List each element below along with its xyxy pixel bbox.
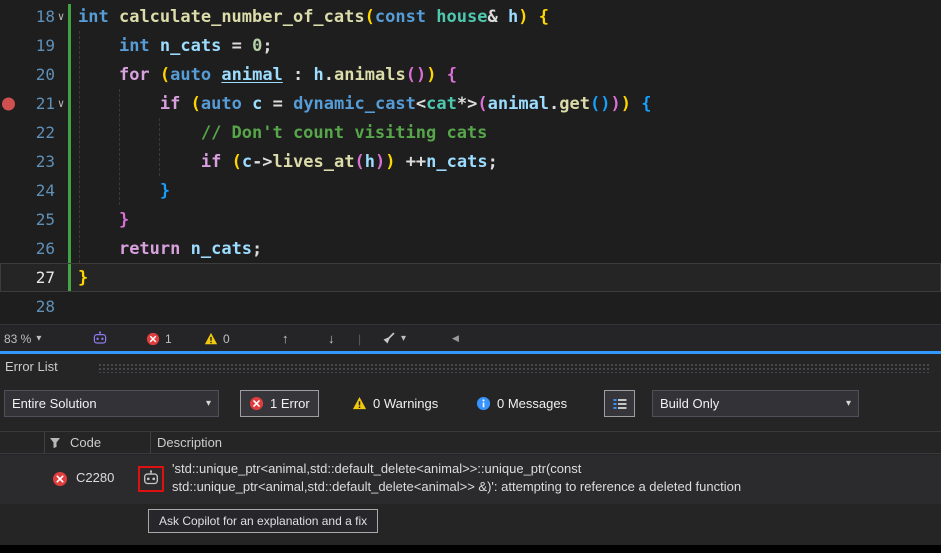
warning-count: 0 (223, 332, 230, 346)
warning-count-indicator[interactable]: 0 (204, 325, 230, 352)
build-filter-dropdown[interactable]: Build Only ▾ (652, 390, 859, 417)
error-row[interactable]: C2280 'std::unique_ptr<animal,std::defau… (0, 455, 941, 504)
line-number: 19 (0, 36, 55, 55)
code-cleanup-button[interactable]: ▾ (380, 325, 406, 352)
errors-filter-label: 1 Error (270, 396, 310, 411)
filter-icon (612, 396, 628, 412)
line-number: 27 (0, 268, 55, 287)
copilot-icon[interactable] (142, 470, 160, 488)
messages-filter-button[interactable]: 0 Messages (468, 390, 575, 417)
annotation-highlight (138, 466, 164, 492)
arrow-up-icon: ↑ (282, 331, 289, 346)
code-text: if (c->lives_at(h)) ++n_cats; (78, 152, 498, 172)
chevron-down-icon: ▾ (36, 333, 41, 344)
scope-dropdown[interactable]: Entire Solution ▾ (4, 390, 219, 417)
column-divider (44, 432, 45, 453)
next-issue-button[interactable]: ↓ (328, 325, 335, 352)
warnings-filter-label: 0 Warnings (373, 396, 438, 411)
panel-title: Error List (5, 359, 58, 374)
chevron-down-icon: ▾ (206, 398, 211, 409)
zoom-value: 83 % (4, 332, 31, 346)
warnings-filter-button[interactable]: 0 Warnings (344, 390, 446, 417)
messages-filter-label: 0 Messages (497, 396, 567, 411)
code-line-28[interactable]: 28 (0, 292, 941, 321)
info-icon (476, 396, 491, 411)
error-description-line2: std::unique_ptr<animal,std::default_dele… (172, 479, 741, 494)
error-icon (52, 471, 68, 487)
error-code: C2280 (76, 470, 114, 485)
column-header-description[interactable]: Description (157, 435, 222, 450)
column-divider (150, 432, 151, 453)
code-line-27[interactable]: 27} (0, 263, 941, 292)
scroll-left-icon: ◀ (452, 333, 459, 344)
code-editor[interactable]: 18∨int calculate_number_of_cats(const ho… (0, 0, 941, 324)
error-icon (146, 332, 160, 346)
code-text: for (auto animal : h.animals()) { (78, 65, 457, 85)
error-list-header: Code Description (0, 431, 941, 454)
code-line-22[interactable]: 22 // Don't count visiting cats (0, 118, 941, 147)
code-line-26[interactable]: 26 return n_cats; (0, 234, 941, 263)
code-text: return n_cats; (78, 239, 262, 259)
line-number: 22 (0, 123, 55, 142)
zoom-select[interactable]: 83 % ▾ (4, 325, 41, 352)
error-count: 1 (165, 332, 172, 346)
panel-drag-grip[interactable] (98, 363, 931, 373)
code-text: int n_cats = 0; (78, 36, 273, 56)
code-line-20[interactable]: 20 for (auto animal : h.animals()) { (0, 60, 941, 89)
code-line-18[interactable]: 18∨ int calculate_number_of_cats(const ho… (0, 2, 941, 31)
chevron-down-icon: ▾ (401, 333, 406, 344)
column-filter-icon[interactable] (49, 437, 61, 449)
editor-statusbar: 83 % ▾ 1 0 (0, 324, 941, 351)
copilot-status-button[interactable] (92, 325, 108, 352)
previous-issue-button[interactable]: ↑ (282, 325, 289, 352)
error-count-indicator[interactable]: 1 (146, 325, 172, 352)
statusbar-separator: | (358, 325, 361, 352)
window-bottom-edge (0, 545, 941, 553)
code-line-19[interactable]: 19 int n_cats = 0; (0, 31, 941, 60)
broom-icon (380, 331, 396, 347)
code-text: // Don't count visiting cats (78, 123, 487, 143)
warning-icon (352, 396, 367, 411)
line-number: 25 (0, 210, 55, 229)
code-text: } (78, 181, 170, 201)
line-number: 18 (0, 7, 55, 26)
code-text: int calculate_number_of_cats(const house… (78, 7, 549, 27)
fold-chevron-icon[interactable]: ∨ (55, 10, 67, 23)
copilot-icon (92, 331, 108, 347)
scroll-left-button[interactable]: ◀ (452, 325, 459, 352)
filter-errors-button[interactable] (604, 390, 635, 417)
code-lines: 18∨int calculate_number_of_cats(const ho… (0, 2, 941, 321)
code-text: } (78, 210, 129, 230)
line-number: 20 (0, 65, 55, 84)
code-text: } (78, 268, 88, 288)
breakpoint-indicator[interactable] (2, 97, 15, 110)
build-filter-value: Build Only (660, 396, 719, 411)
chevron-down-icon: ▾ (846, 398, 851, 409)
errors-filter-button[interactable]: 1 Error (240, 390, 319, 417)
code-line-21[interactable]: 21∨ if (auto c = dynamic_cast<cat*>(anim… (0, 89, 941, 118)
copilot-tooltip: Ask Copilot for an explanation and a fix (148, 509, 378, 533)
code-line-25[interactable]: 25 } (0, 205, 941, 234)
line-number: 23 (0, 152, 55, 171)
vs-window: 18∨int calculate_number_of_cats(const ho… (0, 0, 941, 553)
fold-chevron-icon[interactable]: ∨ (55, 97, 67, 110)
line-number: 24 (0, 181, 55, 200)
code-text: if (auto c = dynamic_cast<cat*>(animal.g… (78, 94, 652, 114)
warning-icon (204, 332, 218, 346)
scope-dropdown-value: Entire Solution (12, 396, 97, 411)
line-number: 26 (0, 239, 55, 258)
column-header-code[interactable]: Code (70, 435, 101, 450)
code-line-24[interactable]: 24 } (0, 176, 941, 205)
code-line-23[interactable]: 23 if (c->lives_at(h)) ++n_cats; (0, 147, 941, 176)
error-description-line1: 'std::unique_ptr<animal,std::default_del… (172, 461, 581, 476)
error-icon (249, 396, 264, 411)
error-list-panel: Error List Entire Solution ▾ 1 Error 0 W… (0, 354, 941, 545)
line-number: 28 (0, 297, 55, 316)
arrow-down-icon: ↓ (328, 331, 335, 346)
